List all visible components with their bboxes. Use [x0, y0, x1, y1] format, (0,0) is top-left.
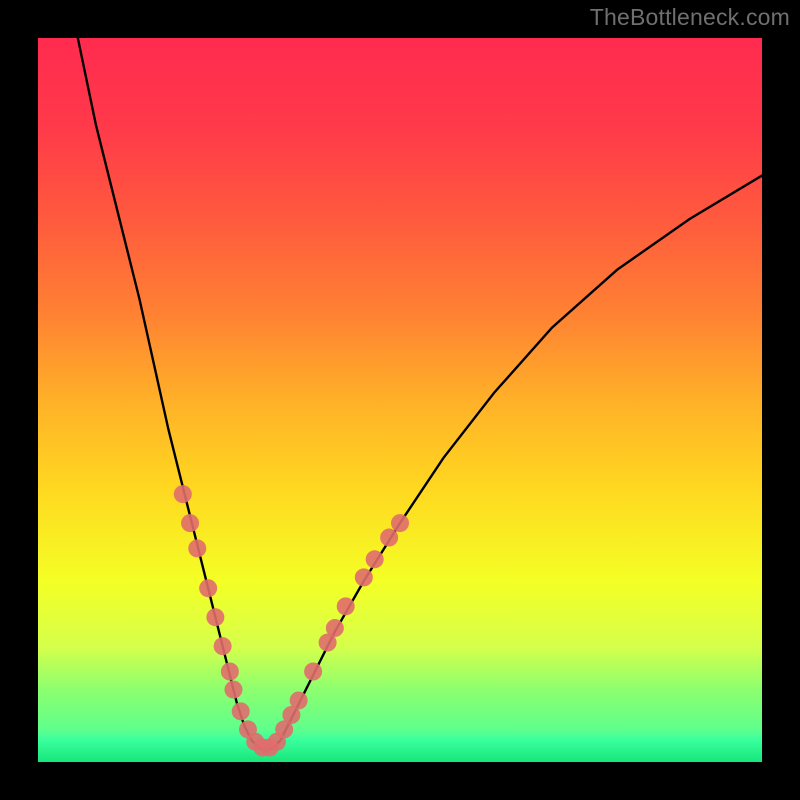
data-dot [366, 550, 384, 568]
data-dot [174, 485, 192, 503]
data-dot [326, 619, 344, 637]
curve-layer [38, 38, 762, 762]
data-dot [224, 681, 242, 699]
data-dot [391, 514, 409, 532]
data-dot [355, 568, 373, 586]
data-dot [290, 691, 308, 709]
watermark-label: TheBottleneck.com [590, 4, 790, 31]
data-dot [232, 702, 250, 720]
data-dot [206, 608, 224, 626]
data-dot [380, 529, 398, 547]
data-dots [174, 485, 409, 756]
data-dot [188, 539, 206, 557]
data-dot [304, 663, 322, 681]
data-dot [221, 663, 239, 681]
plot-area [38, 38, 762, 762]
data-dot [181, 514, 199, 532]
data-dot [337, 597, 355, 615]
data-dot [199, 579, 217, 597]
chart-frame: TheBottleneck.com [0, 0, 800, 800]
curve-right-branch [288, 176, 762, 726]
data-dot [214, 637, 232, 655]
